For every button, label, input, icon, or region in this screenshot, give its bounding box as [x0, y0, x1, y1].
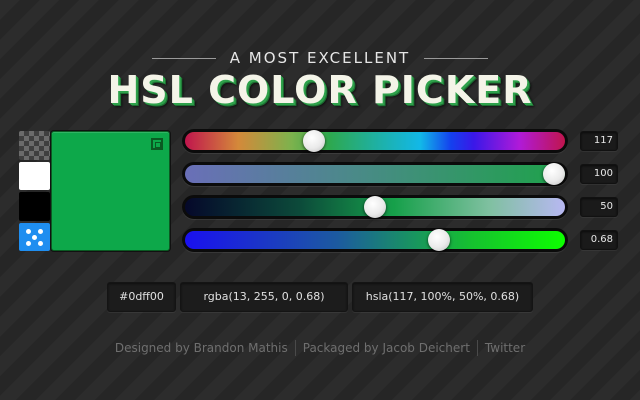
packaged-by-link[interactable]: Packaged by Jacob Deichert [303, 341, 470, 355]
lightness-slider[interactable] [182, 195, 568, 219]
saturation-track[interactable] [185, 163, 565, 185]
color-preview [51, 131, 170, 251]
random-color-button[interactable] [19, 222, 50, 251]
saturation-value[interactable]: 100 [580, 164, 618, 184]
subtitle-row: A MOST EXCELLENT [0, 48, 640, 68]
lightness-track[interactable] [185, 196, 565, 218]
footer-divider [476, 340, 478, 356]
fullscreen-icon[interactable] [151, 138, 163, 150]
hex-output[interactable]: #0dff00 [107, 282, 176, 312]
divider-left [151, 57, 216, 59]
footer: Designed by Brandon Mathis Packaged by Ja… [0, 340, 640, 356]
alpha-track[interactable] [185, 229, 565, 251]
hue-track[interactable] [185, 130, 565, 152]
hue-thumb[interactable] [303, 130, 326, 152]
swatch-strip [19, 131, 50, 251]
swatch-white[interactable] [19, 161, 50, 190]
alpha-thumb[interactable] [428, 229, 451, 251]
swatch-black[interactable] [19, 192, 50, 221]
page-subtitle: A MOST EXCELLENT [229, 49, 411, 67]
alpha-value[interactable]: 0.68 [580, 230, 618, 250]
page-title: HSL COLOR PICKER [107, 68, 533, 112]
hue-value[interactable]: 117 [580, 131, 618, 151]
swatch-transparent[interactable] [19, 131, 50, 160]
divider-right [424, 57, 489, 59]
hsla-output[interactable]: hsla(117, 100%, 50%, 0.68) [352, 282, 533, 312]
saturation-thumb[interactable] [543, 163, 565, 185]
hue-slider[interactable] [182, 129, 568, 153]
rgba-output[interactable]: rgba(13, 255, 0, 0.68) [180, 282, 348, 312]
designed-by-link[interactable]: Designed by Brandon Mathis [115, 341, 288, 355]
lightness-thumb[interactable] [364, 196, 386, 218]
dice-icon [19, 223, 50, 251]
saturation-slider[interactable] [182, 162, 568, 186]
lightness-value[interactable]: 50 [580, 197, 618, 217]
footer-divider [294, 340, 296, 356]
twitter-link[interactable]: Twitter [485, 341, 525, 355]
alpha-slider[interactable] [182, 228, 568, 252]
